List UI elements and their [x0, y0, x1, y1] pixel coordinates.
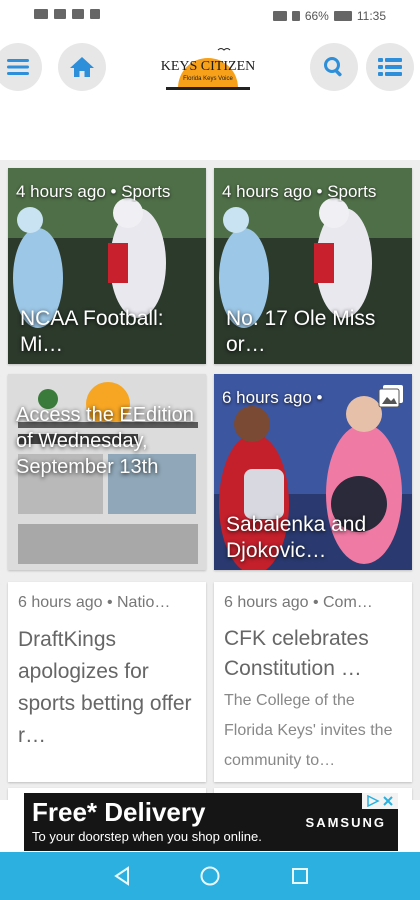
- battery-percent: 66%: [304, 9, 329, 23]
- clock: 11:35: [356, 9, 386, 23]
- battery-icon: [333, 11, 352, 21]
- close-icon[interactable]: [382, 795, 394, 807]
- system-navigation-bar: [0, 852, 420, 900]
- home-icon: [70, 57, 94, 77]
- card-title: NCAA Football: Mi…: [20, 307, 164, 356]
- ad-title: Free* Delivery: [32, 797, 206, 827]
- card-meta: 4 hours ago • Sports: [16, 182, 171, 201]
- news-card[interactable]: 6 hours ago • Com… CFK celebrates Consti…: [214, 582, 412, 782]
- site-logo[interactable]: KEYS CITIZEN Florida Keys Voice: [160, 40, 256, 92]
- gallery-icon: [378, 385, 403, 408]
- adchoices-icon[interactable]: [366, 795, 380, 807]
- recents-square-icon: [292, 868, 308, 884]
- card-title: CFK celebrates Constitution …: [224, 627, 369, 680]
- news-card[interactable]: 6 hours ago • Natio… DraftKings apologiz…: [8, 582, 206, 782]
- list-icon: [378, 58, 402, 76]
- status-left-icons: [34, 9, 100, 19]
- news-card[interactable]: 6 hours ago • Sabalenka and Djokovic…: [214, 374, 412, 570]
- card-title: Access the EEdition of Wednesday, Septem…: [16, 404, 194, 478]
- card-title: Sabalenka and Djokovic…: [226, 513, 367, 562]
- card-title: No. 17 Ole Miss or…: [226, 307, 376, 356]
- ad-banner[interactable]: Free* Delivery To your doorstep when you…: [24, 793, 398, 851]
- back-button[interactable]: [110, 864, 134, 888]
- list-view-button[interactable]: [366, 43, 414, 91]
- card-title: DraftKings apologizes for sports betting…: [18, 628, 192, 747]
- status-bar: 66% 11:35: [0, 0, 420, 32]
- menu-button[interactable]: [0, 43, 42, 91]
- home-circle-icon: [200, 866, 220, 886]
- news-feed[interactable]: 4 hours ago • Sports NCAA Football: Mi… …: [0, 160, 420, 800]
- card-meta: 6 hours ago • Natio…: [18, 594, 171, 611]
- menu-icon: [7, 59, 29, 75]
- recents-button[interactable]: [288, 864, 312, 888]
- search-icon: [324, 57, 342, 77]
- home-nav-button[interactable]: [198, 864, 222, 888]
- bluetooth-icon: [291, 11, 300, 21]
- svg-text:Florida Keys Voice: Florida Keys Voice: [183, 76, 233, 82]
- card-description: The College of the Florida Keys' invites…: [224, 692, 393, 769]
- notification-icon: [90, 9, 100, 19]
- logo-graphic: KEYS CITIZEN Florida Keys Voice: [161, 48, 256, 90]
- news-card[interactable]: 4 hours ago • Sports No. 17 Ole Miss or…: [214, 168, 412, 364]
- card-meta: 6 hours ago • Com…: [224, 594, 373, 611]
- news-card[interactable]: Access the EEdition of Wednesday, Septem…: [8, 374, 206, 570]
- signal-icon: [54, 9, 66, 19]
- app-header: KEYS CITIZEN Florida Keys Voice: [0, 32, 420, 102]
- card-meta: 4 hours ago • Sports: [222, 182, 377, 201]
- ad-controls[interactable]: [362, 793, 398, 809]
- home-button[interactable]: [58, 43, 106, 91]
- news-card[interactable]: 4 hours ago • Sports NCAA Football: Mi…: [8, 168, 206, 364]
- nfc-icon: [34, 9, 48, 19]
- key-icon: [272, 11, 287, 21]
- wifi-icon: [72, 9, 84, 19]
- back-triangle-icon: [114, 866, 129, 886]
- search-button[interactable]: [310, 43, 358, 91]
- ad-brand: SAMSUNG: [305, 815, 386, 830]
- svg-text:KEYS CITIZEN: KEYS CITIZEN: [161, 59, 256, 74]
- ad-subtitle: To your doorstep when you shop online.: [32, 829, 262, 844]
- status-right-info: 66% 11:35: [272, 9, 386, 23]
